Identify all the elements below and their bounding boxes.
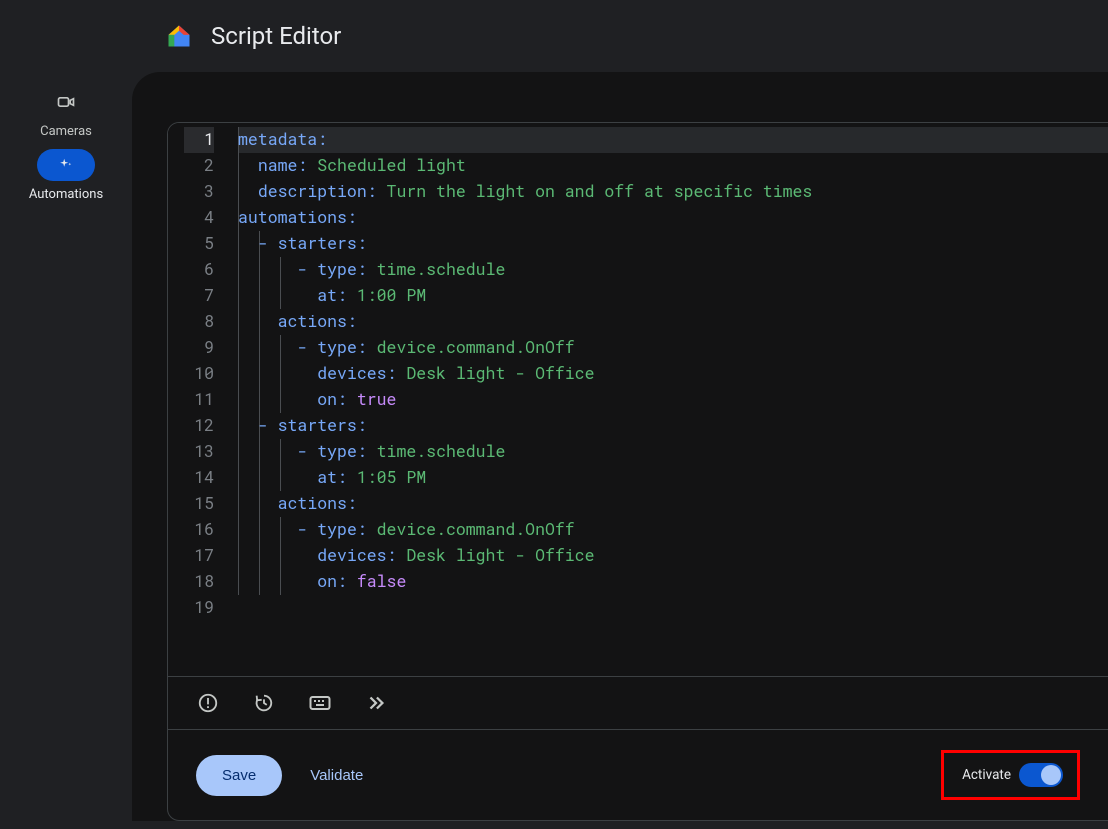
code-area[interactable]: 12345678910111213141516171819 metadata: … [168,123,1108,676]
layout: Cameras Automations 12345678910111213141… [0,72,1108,821]
line-number: 16 [184,517,214,543]
line-gutter: 12345678910111213141516171819 [168,123,224,676]
line-number: 19 [184,595,214,621]
code-line[interactable]: - type: device.command.OnOff [238,335,1108,361]
camera-icon [56,92,76,112]
sidebar-item-label: Automations [29,187,103,202]
code-line[interactable]: - starters: [238,413,1108,439]
error-icon[interactable] [196,691,220,715]
main-panel: 12345678910111213141516171819 metadata: … [132,72,1108,821]
activate-toggle[interactable] [1019,763,1063,787]
code-line[interactable]: on: true [238,387,1108,413]
line-number: 8 [184,309,214,335]
code-line[interactable]: - starters: [238,231,1108,257]
google-home-logo-icon [165,22,193,50]
keyboard-icon[interactable] [308,691,332,715]
more-icon[interactable] [364,691,388,715]
sidebar-item-automations[interactable]: Automations [29,149,103,202]
sparkle-icon [57,156,75,174]
editor-footer: Save Validate Activate [168,729,1108,820]
line-number: 18 [184,569,214,595]
code-line[interactable]: automations: [238,205,1108,231]
code-editor[interactable]: 12345678910111213141516171819 metadata: … [167,122,1108,821]
code-line[interactable]: metadata: [238,127,1108,153]
code-line[interactable]: at: 1:00 PM [238,283,1108,309]
line-number: 10 [184,361,214,387]
line-number: 14 [184,465,214,491]
camera-icon-wrap [37,86,95,118]
code-line[interactable]: actions: [238,491,1108,517]
line-number: 6 [184,257,214,283]
validate-button[interactable]: Validate [310,767,363,784]
line-number: 12 [184,413,214,439]
line-number: 11 [184,387,214,413]
save-button[interactable]: Save [196,755,282,796]
code-line[interactable]: on: false [238,569,1108,595]
sidebar-item-cameras[interactable]: Cameras [37,86,95,139]
line-number: 1 [184,127,214,153]
page-title: Script Editor [211,22,341,50]
editor-toolbar [168,676,1108,729]
code-content[interactable]: metadata: name: Scheduled light descript… [224,123,1108,676]
line-number: 7 [184,283,214,309]
line-number: 17 [184,543,214,569]
sparkle-icon-wrap [37,149,95,181]
code-line[interactable]: - type: device.command.OnOff [238,517,1108,543]
code-line[interactable]: description: Turn the light on and off a… [238,179,1108,205]
sidebar-item-label: Cameras [40,124,92,139]
code-line[interactable]: - type: time.schedule [238,439,1108,465]
code-line[interactable]: name: Scheduled light [238,153,1108,179]
activate-group-highlight: Activate [941,750,1080,800]
activate-label: Activate [962,767,1011,783]
sidebar: Cameras Automations [0,72,132,821]
line-number: 3 [184,179,214,205]
code-line[interactable]: devices: Desk light - Office [238,361,1108,387]
line-number: 4 [184,205,214,231]
code-line[interactable]: actions: [238,309,1108,335]
history-icon[interactable] [252,691,276,715]
line-number: 2 [184,153,214,179]
line-number: 15 [184,491,214,517]
code-line[interactable]: at: 1:05 PM [238,465,1108,491]
line-number: 13 [184,439,214,465]
code-line[interactable] [238,595,1108,621]
code-line[interactable]: - type: time.schedule [238,257,1108,283]
line-number: 9 [184,335,214,361]
line-number: 5 [184,231,214,257]
header: Script Editor [0,0,1108,72]
code-line[interactable]: devices: Desk light - Office [238,543,1108,569]
